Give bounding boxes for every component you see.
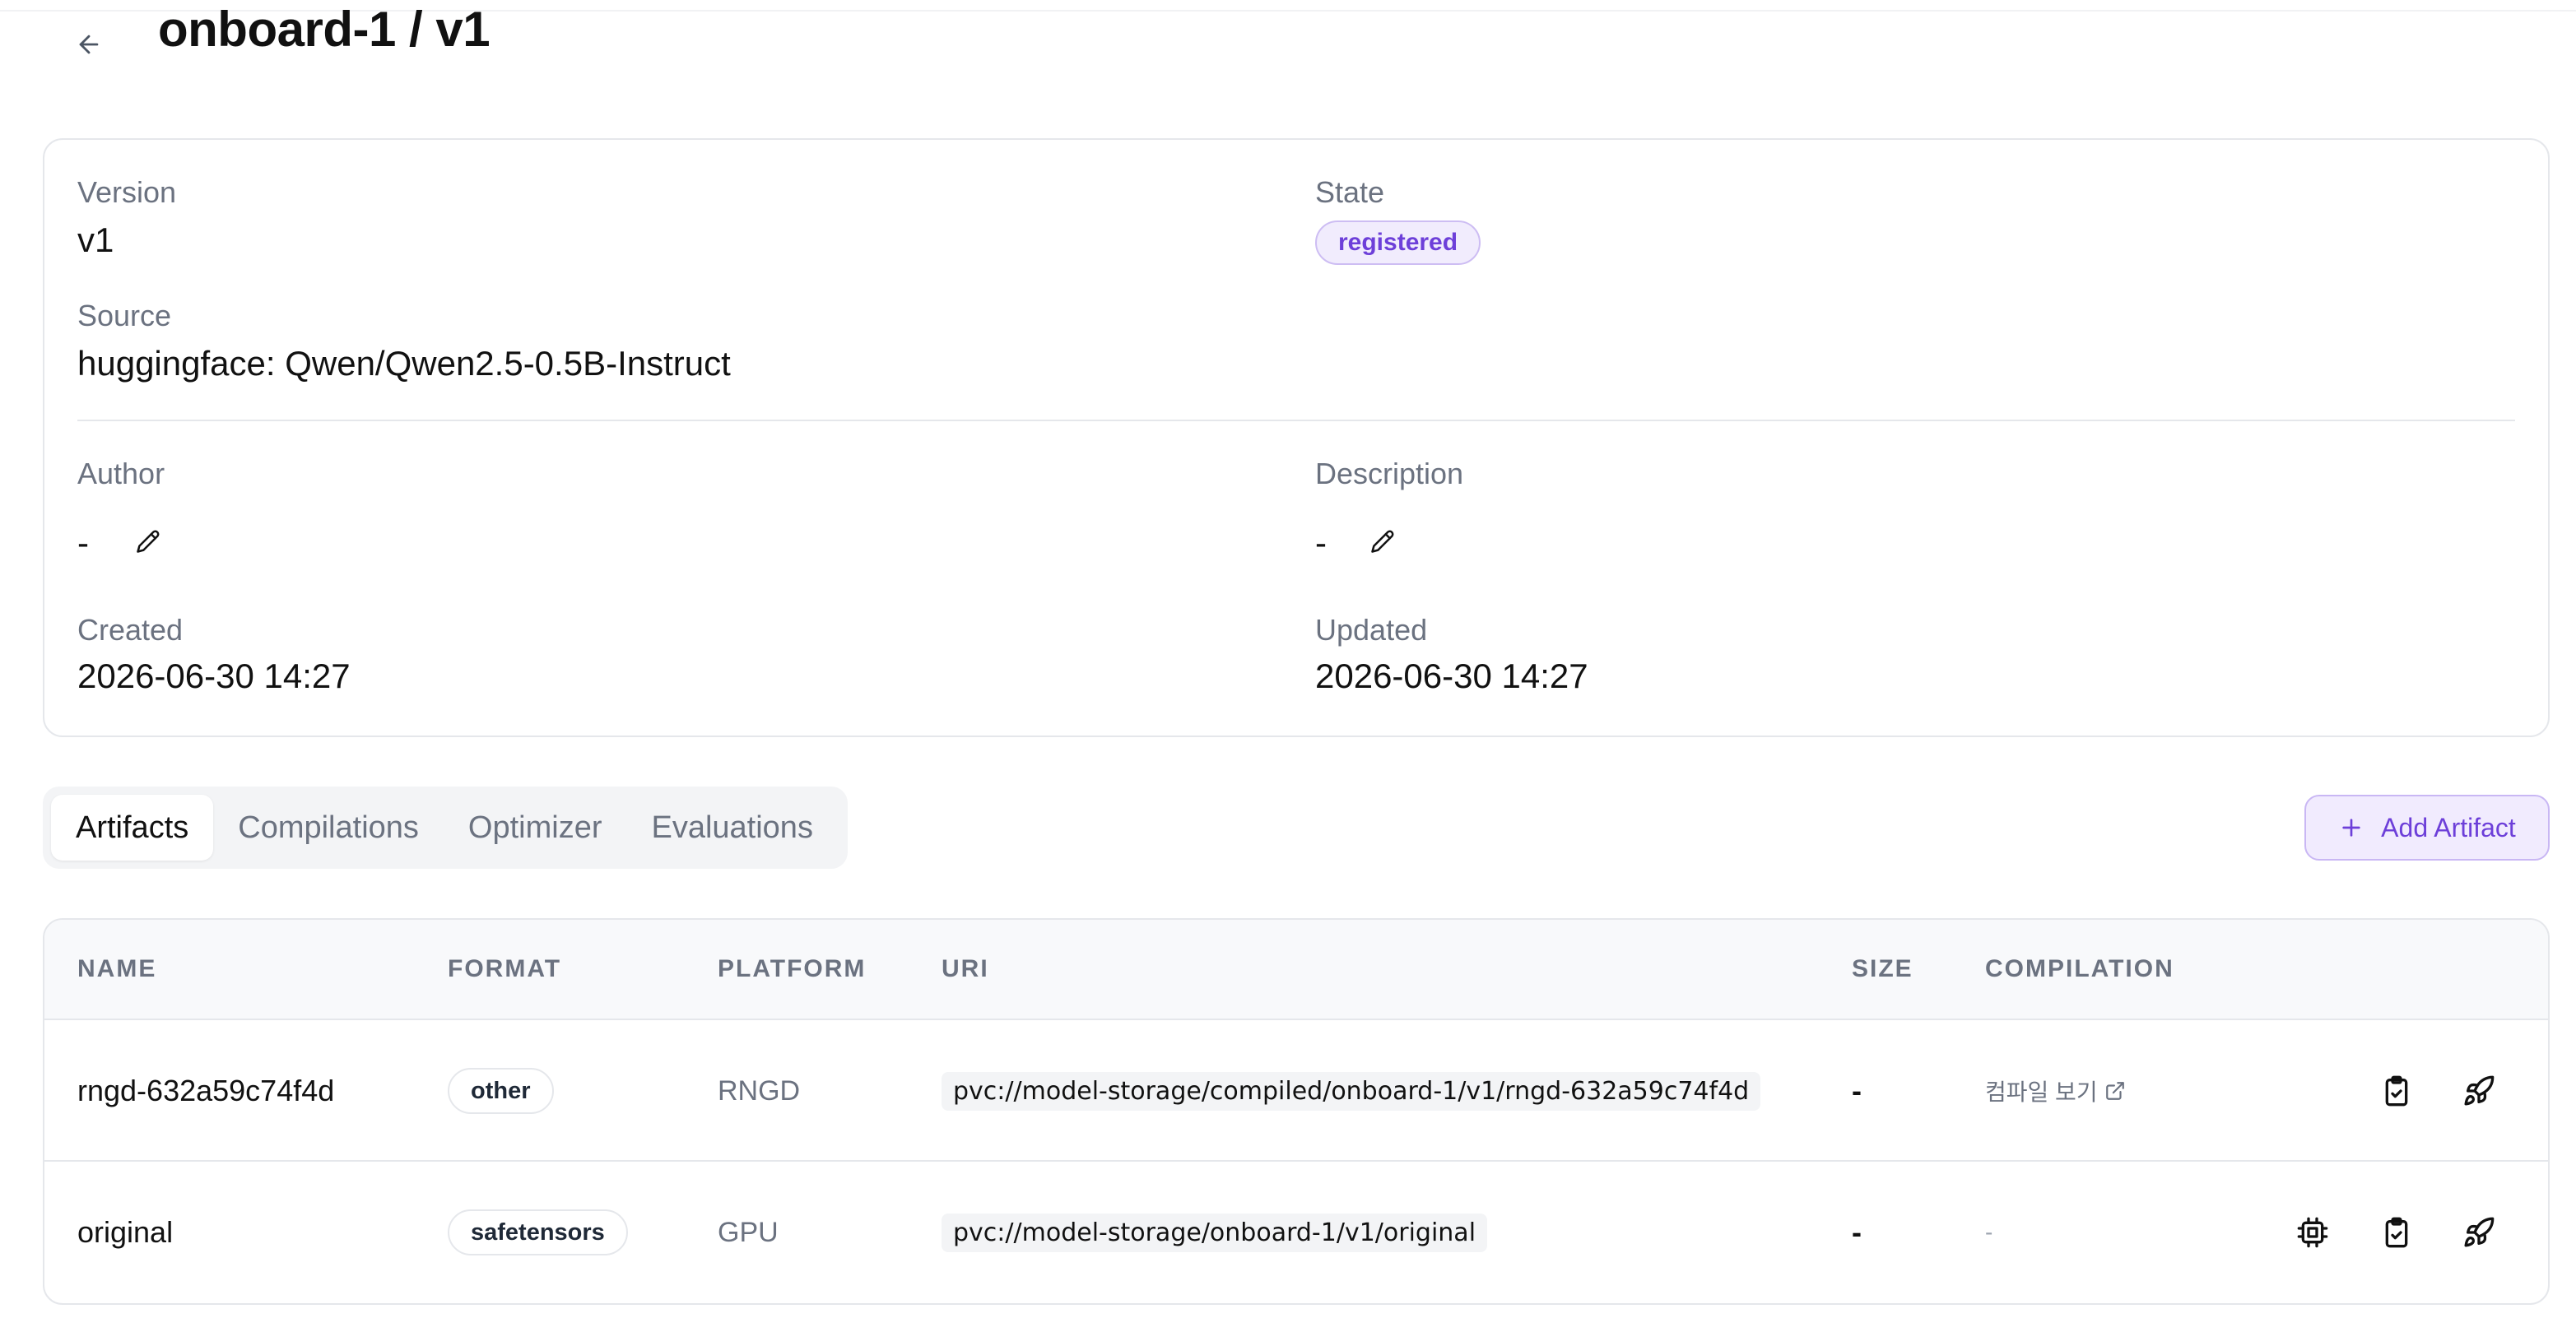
view-compilation-label: 컴파일 보기	[1985, 1079, 2098, 1105]
column-header-compilation: COMPILATION	[1985, 955, 2174, 982]
table-row: rngd-632a59c74f4d other RNGD pvc://model…	[44, 1020, 2548, 1162]
artifact-uri: pvc://model-storage/compiled/onboard-1/v…	[942, 1071, 1761, 1111]
model-version-details-card: Version v1 State registered Source huggi…	[43, 138, 2550, 737]
clipboard-check-icon	[2385, 1217, 2408, 1248]
evaluate-button[interactable]	[2374, 1209, 2420, 1255]
state-badge: registered	[1315, 220, 1481, 265]
pencil-icon	[137, 530, 160, 553]
pencil-icon	[1371, 530, 1394, 553]
format-badge: safetensors	[448, 1209, 628, 1255]
table-row: original safetensors GPU pvc://model-sto…	[44, 1162, 2548, 1303]
version-value: v1	[77, 220, 114, 259]
view-compilation-link[interactable]: 컴파일 보기	[1985, 1074, 2126, 1107]
updated-value: 2026-06-30 14:27	[1315, 657, 1588, 695]
detail-tabs: Artifacts Compilations Optimizer Evaluat…	[43, 787, 848, 869]
source-label: Source	[77, 299, 172, 332]
column-header-platform: PLATFORM	[718, 955, 867, 982]
details-divider	[77, 420, 2515, 421]
tab-artifacts[interactable]: Artifacts	[51, 795, 214, 861]
column-header-uri: URI	[942, 955, 989, 982]
compilation-empty: -	[1985, 1219, 1993, 1245]
artifacts-table: NAME FORMAT PLATFORM URI SIZE COMPILATIO…	[43, 918, 2550, 1305]
external-link-icon	[2105, 1082, 2124, 1100]
deploy-button[interactable]	[2456, 1068, 2502, 1114]
created-value: 2026-06-30 14:27	[77, 657, 351, 695]
updated-label: Updated	[1315, 613, 1428, 647]
clipboard-check-icon	[2385, 1075, 2408, 1107]
artifact-uri: pvc://model-storage/onboard-1/v1/origina…	[942, 1213, 1488, 1252]
created-label: Created	[77, 613, 184, 647]
format-badge: other	[448, 1068, 554, 1114]
tab-optimizer[interactable]: Optimizer	[444, 795, 627, 861]
description-value: -	[1315, 523, 1327, 562]
column-header-format: FORMAT	[448, 955, 562, 982]
back-button[interactable]	[69, 25, 109, 64]
column-header-size: SIZE	[1852, 955, 1913, 982]
source-value: huggingface: Qwen/Qwen2.5-0.5B-Instruct	[77, 344, 731, 383]
tab-evaluations[interactable]: Evaluations	[626, 795, 837, 861]
compile-button[interactable]	[2290, 1209, 2336, 1255]
edit-description-button[interactable]	[1365, 523, 1401, 559]
rocket-icon	[2464, 1075, 2495, 1106]
evaluate-button[interactable]	[2374, 1068, 2420, 1114]
deploy-button[interactable]	[2456, 1209, 2502, 1255]
page-title: onboard-1 / v1	[158, 2, 491, 57]
artifact-size: -	[1852, 1074, 1862, 1107]
artifact-platform: RNGD	[718, 1074, 801, 1107]
edit-author-button[interactable]	[130, 523, 166, 559]
artifact-name: rngd-632a59c74f4d	[77, 1074, 335, 1107]
table-header: NAME FORMAT PLATFORM URI SIZE COMPILATIO…	[44, 920, 2548, 1020]
arrow-left-icon	[79, 35, 99, 54]
cpu-chip-icon	[2297, 1217, 2328, 1248]
add-artifact-label: Add Artifact	[2381, 812, 2516, 842]
rocket-icon	[2464, 1217, 2495, 1247]
artifact-platform: GPU	[718, 1216, 779, 1248]
artifact-name: original	[77, 1215, 174, 1249]
description-label: Description	[1315, 457, 1464, 490]
version-label: Version	[77, 175, 177, 209]
author-value: -	[77, 523, 89, 562]
plus-icon	[2342, 819, 2360, 837]
add-artifact-button[interactable]: Add Artifact	[2304, 795, 2550, 861]
column-header-name: NAME	[77, 955, 157, 982]
author-label: Author	[77, 457, 165, 490]
tab-compilations[interactable]: Compilations	[213, 795, 444, 861]
artifact-size: -	[1852, 1215, 1862, 1249]
state-label: State	[1315, 175, 1385, 209]
